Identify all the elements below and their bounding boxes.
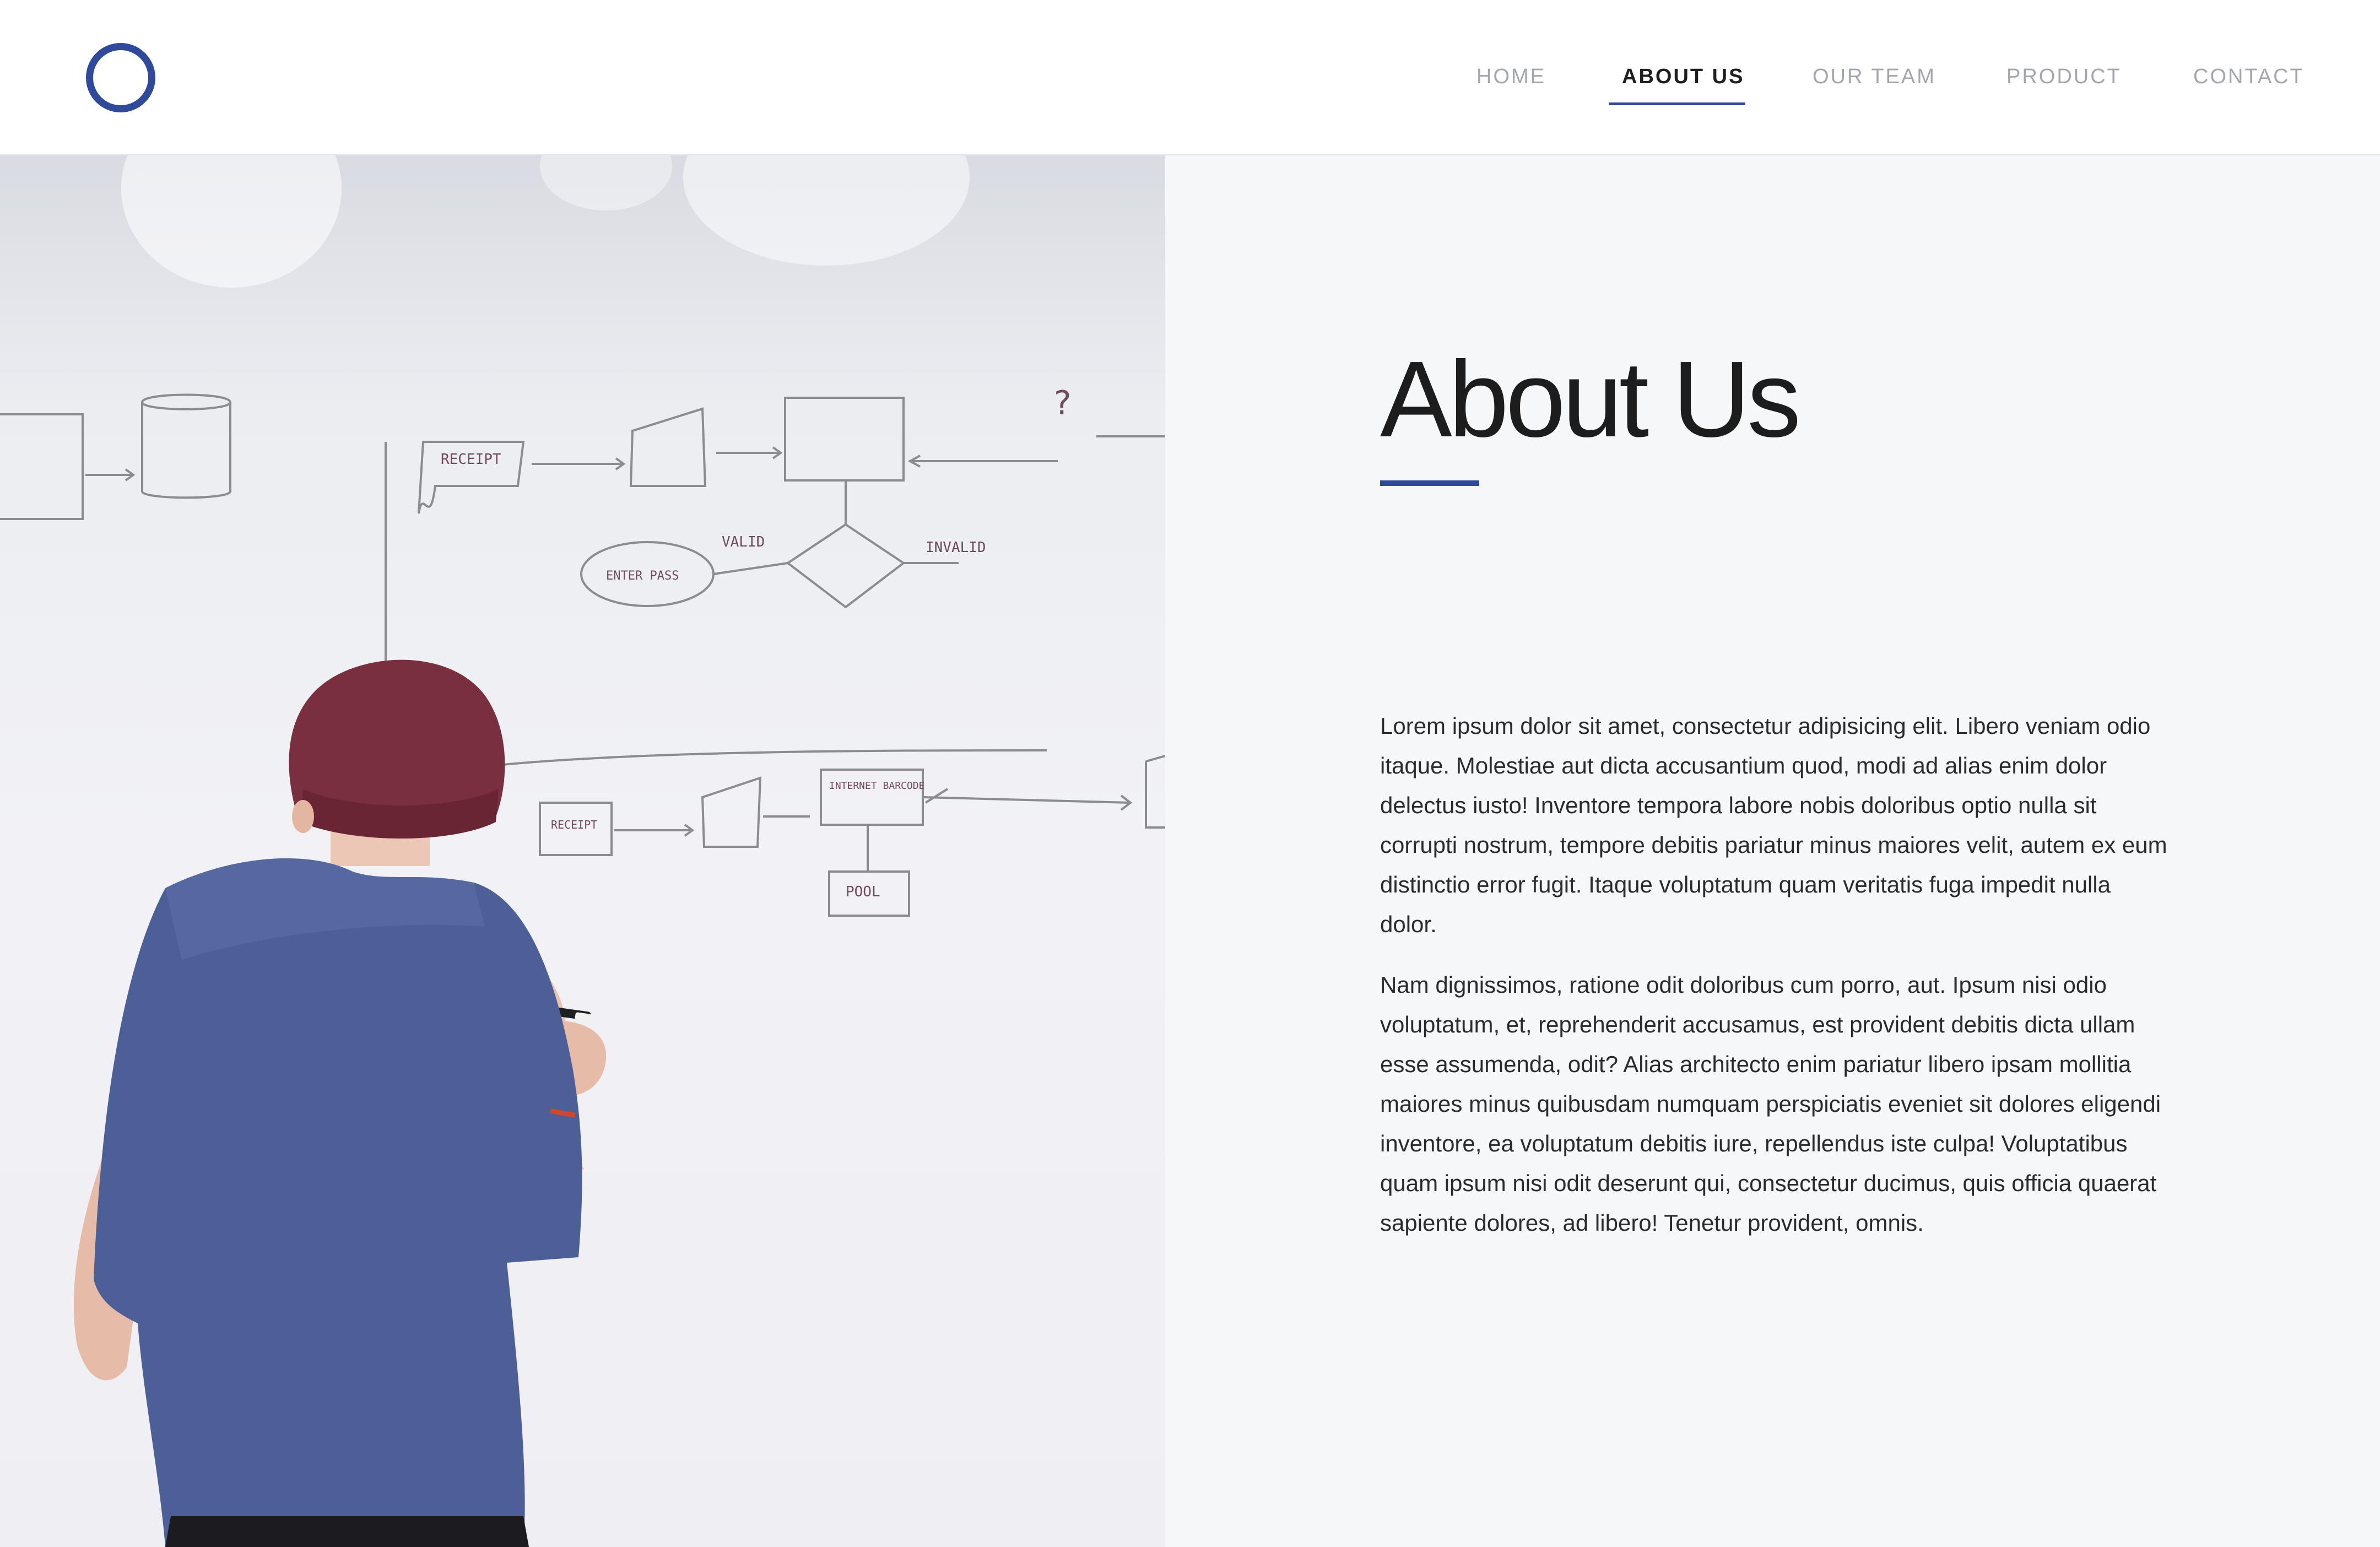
sketch-label-invalid: INVALID — [926, 539, 986, 556]
title-accent-rule — [1380, 480, 1479, 486]
sketch-label-internet-barcode: INTERNET BARCODE — [829, 780, 924, 792]
whiteboard-photo: RECEIPT ENTER PASS VALID INVALID ? RECEI… — [0, 155, 1165, 1547]
sketch-label-pool: POOL — [846, 884, 880, 900]
sketch-label-receipt-2: RECEIPT — [551, 818, 597, 831]
nav-product[interactable]: PRODUCT — [2006, 65, 2122, 93]
about-section: About Us Lorem ipsum dolor sit amet, con… — [1165, 155, 2380, 1547]
nav-home[interactable]: HOME — [1476, 65, 1546, 93]
sketch-label-question: ? — [1052, 384, 1072, 423]
about-paragraph-1: Lorem ipsum dolor sit amet, consectetur … — [1380, 713, 2167, 937]
main-nav: HOME ABOUT US OUR TEAM PRODUCT CONTACT — [0, 0, 2380, 155]
nav-contact[interactable]: CONTACT — [2193, 65, 2305, 93]
active-nav-underline — [1609, 102, 1745, 105]
page-title: About Us — [1380, 339, 1801, 459]
site-header: HOME ABOUT US OUR TEAM PRODUCT CONTACT — [0, 0, 2380, 155]
person-figure — [73, 659, 607, 1547]
nav-about-us[interactable]: ABOUT US — [1622, 65, 1744, 93]
whiteboard-illustration: RECEIPT ENTER PASS VALID INVALID ? RECEI… — [0, 155, 1165, 1547]
sketch-label-enter-pass: ENTER PASS — [606, 569, 679, 583]
sketch-label-valid: VALID — [722, 534, 765, 550]
sketch-label-receipt: RECEIPT — [441, 451, 501, 468]
nav-our-team[interactable]: OUR TEAM — [1813, 65, 1936, 93]
about-paragraph-2: Nam dignissimos, ratione odit doloribus … — [1380, 972, 2161, 1236]
flowchart-sketch — [0, 393, 1165, 917]
